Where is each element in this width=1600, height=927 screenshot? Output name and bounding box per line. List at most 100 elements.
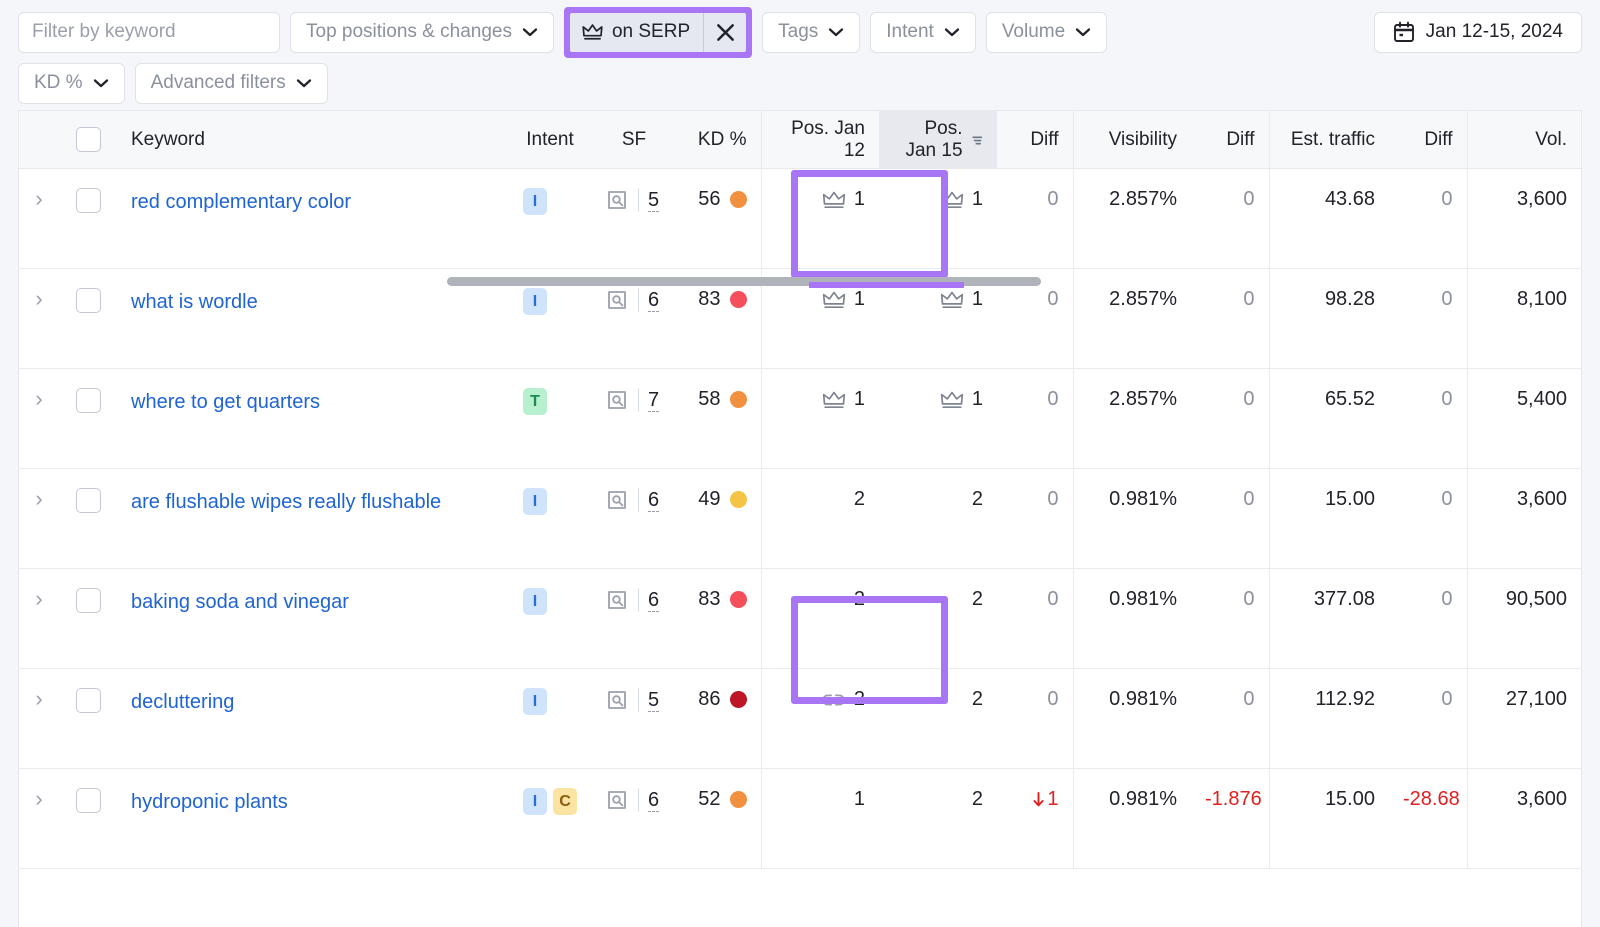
keyword-link[interactable]: what is wordle: [131, 288, 258, 316]
diff-traffic-cell: 0: [1389, 369, 1467, 469]
table-row[interactable]: ›hydroponic plantsIC6521210.981%-1.87615…: [19, 769, 1581, 869]
row-checkbox[interactable]: [76, 288, 101, 313]
diff-traffic-cell: 0: [1389, 569, 1467, 669]
table-row[interactable]: ›baking soda and vinegarI6832200.981%037…: [19, 569, 1581, 669]
sf-value[interactable]: 6: [648, 489, 659, 512]
table-row[interactable]: ›declutteringI5862200.981%0112.92027,100: [19, 669, 1581, 769]
visibility-cell: 0.981%: [1073, 569, 1191, 669]
diff-position-cell: 0: [997, 369, 1073, 469]
date-range-picker[interactable]: Jan 12-15, 2024: [1374, 12, 1582, 53]
header-pos-jan15[interactable]: Pos. Jan 15: [879, 111, 997, 169]
header-est-traffic[interactable]: Est. traffic: [1269, 111, 1389, 169]
row-expand-button[interactable]: ›: [19, 669, 59, 769]
header-diff-visibility[interactable]: Diff: [1191, 111, 1269, 169]
header-diff-traffic[interactable]: Diff: [1389, 111, 1467, 169]
serp-features-icon: [605, 389, 629, 411]
sf-value[interactable]: 6: [648, 589, 659, 612]
table-row[interactable]: ›red complementary colorI5561102.857%043…: [19, 169, 1581, 269]
intent-filter-dropdown[interactable]: Intent: [870, 12, 976, 53]
header-sf-label: SF: [622, 129, 646, 150]
row-checkbox[interactable]: [76, 488, 101, 513]
row-checkbox[interactable]: [76, 788, 101, 813]
row-checkbox[interactable]: [76, 588, 101, 613]
volume-cell: 3,600: [1467, 169, 1581, 269]
intent-badge-c[interactable]: C: [553, 788, 577, 815]
volume-filter-dropdown[interactable]: Volume: [986, 12, 1107, 53]
sf-value[interactable]: 6: [648, 789, 659, 812]
pos-jan15-cell: 2: [879, 469, 997, 569]
sf-value[interactable]: 7: [648, 389, 659, 412]
row-expand-button[interactable]: ›: [19, 469, 59, 569]
row-checkbox[interactable]: [76, 388, 101, 413]
keyword-link[interactable]: baking soda and vinegar: [131, 588, 349, 616]
intent-badge-i[interactable]: I: [523, 688, 547, 715]
intent-badge-i[interactable]: I: [523, 588, 547, 615]
volume-cell: 3,600: [1467, 769, 1581, 869]
sf-value[interactable]: 6: [648, 289, 659, 312]
intent-badge-i[interactable]: I: [523, 288, 547, 315]
intent-badge-i[interactable]: I: [523, 788, 547, 815]
kd-difficulty-dot: [730, 191, 747, 208]
intent-badge-t[interactable]: T: [523, 388, 547, 415]
header-pos-jan12[interactable]: Pos. Jan 12: [761, 111, 879, 169]
intent-badge-i[interactable]: I: [523, 188, 547, 215]
keywords-table: Keyword Intent SF KD % Pos. Jan 12 Pos. …: [19, 110, 1581, 869]
pos-jan15-cell: 2: [879, 569, 997, 669]
row-checkbox[interactable]: [76, 188, 101, 213]
scrollbar-accent-segment: [809, 282, 964, 288]
table-row[interactable]: ›are flushable wipes really flushableI64…: [19, 469, 1581, 569]
intent-cell: IC: [509, 769, 591, 869]
volume-filter-label: Volume: [1002, 21, 1065, 43]
keyword-cell: baking soda and vinegar: [117, 569, 509, 669]
table-body: ›red complementary colorI5561102.857%043…: [19, 169, 1581, 869]
sf-value[interactable]: 5: [648, 189, 659, 212]
header-volume[interactable]: Vol.: [1467, 111, 1581, 169]
chevron-down-icon: [522, 27, 538, 37]
visibility-cell: 0.981%: [1073, 669, 1191, 769]
keyword-link[interactable]: where to get quarters: [131, 388, 320, 416]
row-expand-button[interactable]: ›: [19, 169, 59, 269]
on-serp-filter-chip[interactable]: on SERP: [570, 13, 746, 52]
kd-difficulty-dot: [730, 691, 747, 708]
position-filter-dropdown[interactable]: Top positions & changes: [290, 12, 554, 53]
search-input[interactable]: [19, 13, 280, 52]
header-visibility[interactable]: Visibility: [1073, 111, 1191, 169]
header-kd[interactable]: KD %: [677, 111, 761, 169]
row-expand-button[interactable]: ›: [19, 369, 59, 469]
pos-jan15-cell: 1: [879, 169, 997, 269]
close-icon: [715, 22, 736, 43]
keyword-link[interactable]: hydroponic plants: [131, 788, 288, 816]
select-all-checkbox[interactable]: [76, 127, 101, 152]
header-sf[interactable]: SF: [591, 111, 677, 169]
row-expand-button[interactable]: ›: [19, 769, 59, 869]
kd-cell: 86: [677, 669, 761, 769]
keyword-link[interactable]: red complementary color: [131, 188, 351, 216]
header-diff-position[interactable]: Diff: [997, 111, 1073, 169]
table-row[interactable]: ›where to get quartersT7581102.857%065.5…: [19, 369, 1581, 469]
filters-toolbar: Top positions & changes on SERP: [0, 0, 1600, 110]
row-checkbox[interactable]: [76, 688, 101, 713]
row-expand-button[interactable]: ›: [19, 269, 59, 369]
est-traffic-cell: 15.00: [1269, 769, 1389, 869]
advanced-filters-dropdown[interactable]: Advanced filters: [135, 63, 328, 104]
remove-serp-filter-button[interactable]: [704, 22, 746, 43]
keyword-link[interactable]: are flushable wipes really flushable: [131, 488, 441, 516]
kd-filter-dropdown[interactable]: KD %: [18, 63, 125, 104]
keyword-cell: are flushable wipes really flushable: [117, 469, 509, 569]
keyword-link[interactable]: decluttering: [131, 688, 234, 716]
calendar-icon: [1393, 21, 1415, 43]
volume-cell: 27,100: [1467, 669, 1581, 769]
est-traffic-cell: 112.92: [1269, 669, 1389, 769]
header-keyword[interactable]: Keyword: [117, 111, 509, 169]
row-expand-button[interactable]: ›: [19, 569, 59, 669]
tags-filter-label: Tags: [778, 21, 818, 43]
tags-filter-dropdown[interactable]: Tags: [762, 12, 860, 53]
volume-cell: 5,400: [1467, 369, 1581, 469]
est-traffic-cell: 15.00: [1269, 469, 1389, 569]
intent-badge-i[interactable]: I: [523, 488, 547, 515]
serp-features-icon: [605, 189, 629, 211]
sf-value[interactable]: 5: [648, 689, 659, 712]
chevron-down-icon: [1075, 27, 1091, 37]
intent-cell: I: [509, 469, 591, 569]
header-intent[interactable]: Intent: [509, 111, 591, 169]
